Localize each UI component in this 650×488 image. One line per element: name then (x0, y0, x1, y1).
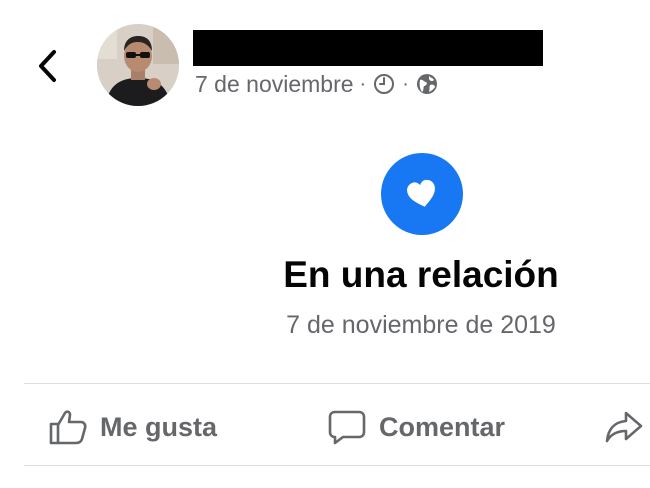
comment-label: Comentar (379, 411, 506, 442)
divider-bottom (24, 465, 650, 466)
separator: · (359, 72, 367, 95)
clock-icon (372, 72, 396, 96)
divider-top (24, 383, 650, 384)
comment-icon (327, 408, 367, 446)
life-event-icon (381, 153, 463, 235)
thumbs-up-icon (48, 408, 88, 446)
avatar-photo (97, 24, 179, 106)
heart-icon (407, 179, 435, 207)
like-label: Me gusta (100, 411, 218, 442)
share-button[interactable] (604, 400, 644, 454)
life-event-date: 7 de noviembre de 2019 (286, 311, 556, 339)
share-icon (604, 409, 644, 445)
globe-icon (415, 72, 439, 96)
post-meta: 7 de noviembre · · (195, 68, 439, 100)
like-button[interactable]: Me gusta (48, 400, 217, 454)
comment-button[interactable]: Comentar (327, 400, 505, 454)
back-button[interactable] (30, 46, 64, 86)
life-event-title: En una relación (283, 254, 559, 295)
chevron-left-icon (39, 50, 56, 82)
avatar[interactable] (97, 24, 179, 106)
separator: · (402, 72, 409, 95)
post-date[interactable]: 7 de noviembre (195, 71, 354, 98)
profile-name-redacted[interactable] (193, 30, 543, 66)
